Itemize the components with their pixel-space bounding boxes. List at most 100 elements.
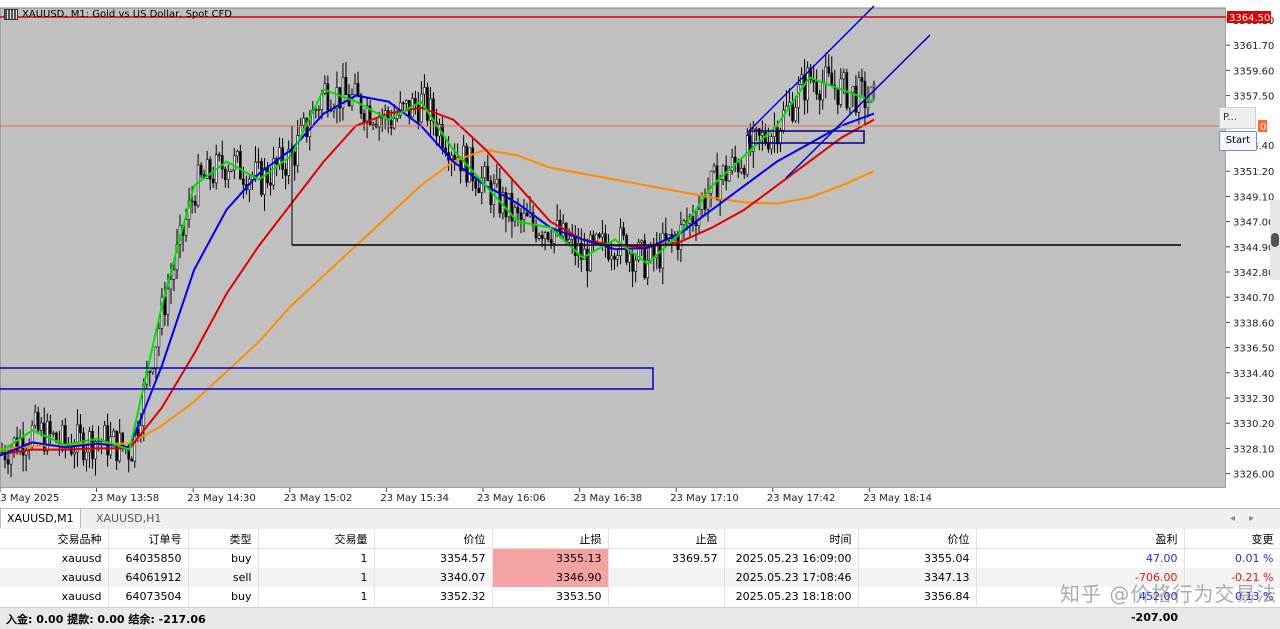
candle-body	[495, 178, 499, 185]
candle-body	[230, 169, 233, 172]
candle-body	[151, 368, 155, 373]
candle-body	[226, 171, 230, 180]
col-price[interactable]: 价位	[858, 529, 977, 549]
summary-label: 入金: 0.00 提款: 0.00 结余: -217.06	[6, 613, 206, 626]
y-tick-label: 3351.20	[1233, 167, 1274, 178]
table-row[interactable]: xauusd 64035850 buy 1 3354.57 3355.13 33…	[0, 548, 1280, 568]
candle-body	[317, 109, 321, 111]
candle-body	[815, 81, 818, 95]
chart-area[interactable]: 3363.803361.703359.603357.503353.403351.…	[0, 0, 1280, 508]
candle-body	[79, 424, 82, 434]
col-open-price[interactable]: 价位	[374, 529, 493, 549]
candle-body	[516, 207, 520, 214]
candle-body	[610, 255, 613, 260]
x-tick-label: 23 May 14:30	[187, 493, 256, 504]
chart-scroll-handle[interactable]	[1270, 200, 1280, 280]
cell-type: sell	[188, 568, 259, 587]
cell-time: 2025.05.23 16:09:00	[724, 548, 859, 568]
x-tick-label: 23 May 18:14	[863, 493, 932, 504]
cell-change: 0.01 %	[1184, 548, 1280, 568]
candle-body	[233, 155, 236, 171]
account-summary: 入金: 0.00 提款: 0.00 结余: -217.06 -207.00	[0, 607, 1280, 629]
y-tick-label: 3359.60	[1233, 66, 1274, 77]
candle-body	[199, 164, 203, 176]
panel-p-button[interactable]: P...	[1219, 107, 1256, 129]
cell-tp[interactable]	[608, 568, 725, 587]
col-change[interactable]: 变更	[1184, 529, 1280, 549]
candle-body	[426, 87, 429, 121]
candle-body	[48, 421, 52, 434]
price-chart[interactable]: 3363.803361.703359.603357.503353.403351.…	[0, 0, 1280, 508]
cell-type: buy	[188, 587, 259, 606]
candle-body	[776, 127, 779, 145]
candle-body	[498, 178, 502, 214]
col-order[interactable]: 订单号	[108, 529, 189, 549]
candle-body	[818, 93, 821, 101]
tab-xauusd-m1[interactable]: XAUUSD,M1	[0, 509, 81, 528]
candle-body	[522, 212, 526, 220]
cell-sl[interactable]: 3346.90	[492, 568, 609, 587]
candle-body	[190, 200, 194, 203]
cell-tp[interactable]	[608, 587, 725, 606]
y-tick-label: 3349.10	[1233, 192, 1274, 203]
candle-body	[392, 118, 396, 129]
tab-xauusd-h1[interactable]: XAUUSD,H1	[90, 509, 167, 528]
col-time[interactable]: 时间	[724, 529, 859, 549]
col-sl[interactable]: 止损	[492, 529, 609, 549]
candle-body	[848, 91, 852, 109]
candle-body	[453, 155, 456, 161]
candle-body	[537, 234, 541, 239]
y-tick-label: 3344.90	[1233, 243, 1274, 254]
cell-volume: 1	[258, 568, 375, 587]
candle-body	[112, 430, 115, 437]
candle-body	[371, 123, 375, 126]
y-tick-label: 3326.00	[1233, 470, 1274, 481]
candle-body	[254, 161, 257, 176]
candle-body	[739, 167, 743, 173]
cell-type: buy	[188, 548, 259, 568]
candle-body	[679, 224, 683, 250]
candle-body	[157, 328, 161, 348]
candle-body	[634, 259, 637, 272]
candle-body	[51, 432, 55, 435]
candle-body	[567, 238, 571, 243]
summary-total: -207.00	[1130, 611, 1178, 624]
cell-sl[interactable]: 3353.50	[492, 587, 609, 606]
candle-body	[628, 253, 631, 263]
candle-body	[839, 78, 843, 105]
candle-body	[106, 425, 109, 456]
tab-scroll-arrows-icon[interactable]: ◂▸	[1230, 509, 1268, 528]
candle-body	[736, 162, 740, 173]
candle-body	[85, 451, 88, 461]
y-tick-label: 3336.50	[1233, 344, 1274, 355]
candle-body	[73, 451, 76, 455]
candle-body	[727, 170, 731, 182]
candle-body	[534, 225, 538, 239]
candle-body	[830, 72, 834, 86]
cell-price: 3355.04	[858, 548, 977, 568]
candle-body	[239, 151, 242, 180]
start-button[interactable]: Start	[1219, 131, 1257, 151]
cell-tp[interactable]: 3369.57	[608, 548, 725, 568]
candle-body	[353, 83, 357, 95]
col-profit[interactable]: 盈利	[976, 529, 1185, 549]
col-symbol[interactable]: 交易品种	[0, 529, 109, 549]
candle-body	[217, 154, 221, 157]
cell-sl[interactable]: 3355.13	[492, 548, 609, 568]
x-tick-label: 23 May 15:34	[380, 493, 449, 504]
candle-body	[97, 440, 100, 442]
candle-body	[39, 422, 43, 431]
col-type[interactable]: 类型	[188, 529, 259, 549]
cell-open-price: 3352.32	[374, 587, 493, 606]
cell-symbol: xauusd	[0, 568, 109, 587]
candle-body	[842, 72, 846, 80]
col-volume[interactable]: 交易量	[258, 529, 375, 549]
cell-price: 3347.13	[858, 568, 977, 587]
chart-title: XAUUSD, M1: Gold vs US Dollar, Spot CFD	[4, 9, 232, 20]
candle-body	[302, 117, 306, 126]
candle-body	[525, 212, 529, 217]
candle-body	[278, 147, 281, 165]
col-tp[interactable]: 止盈	[608, 529, 725, 549]
cell-symbol: xauusd	[0, 587, 109, 606]
chart-type-icon	[4, 9, 18, 20]
